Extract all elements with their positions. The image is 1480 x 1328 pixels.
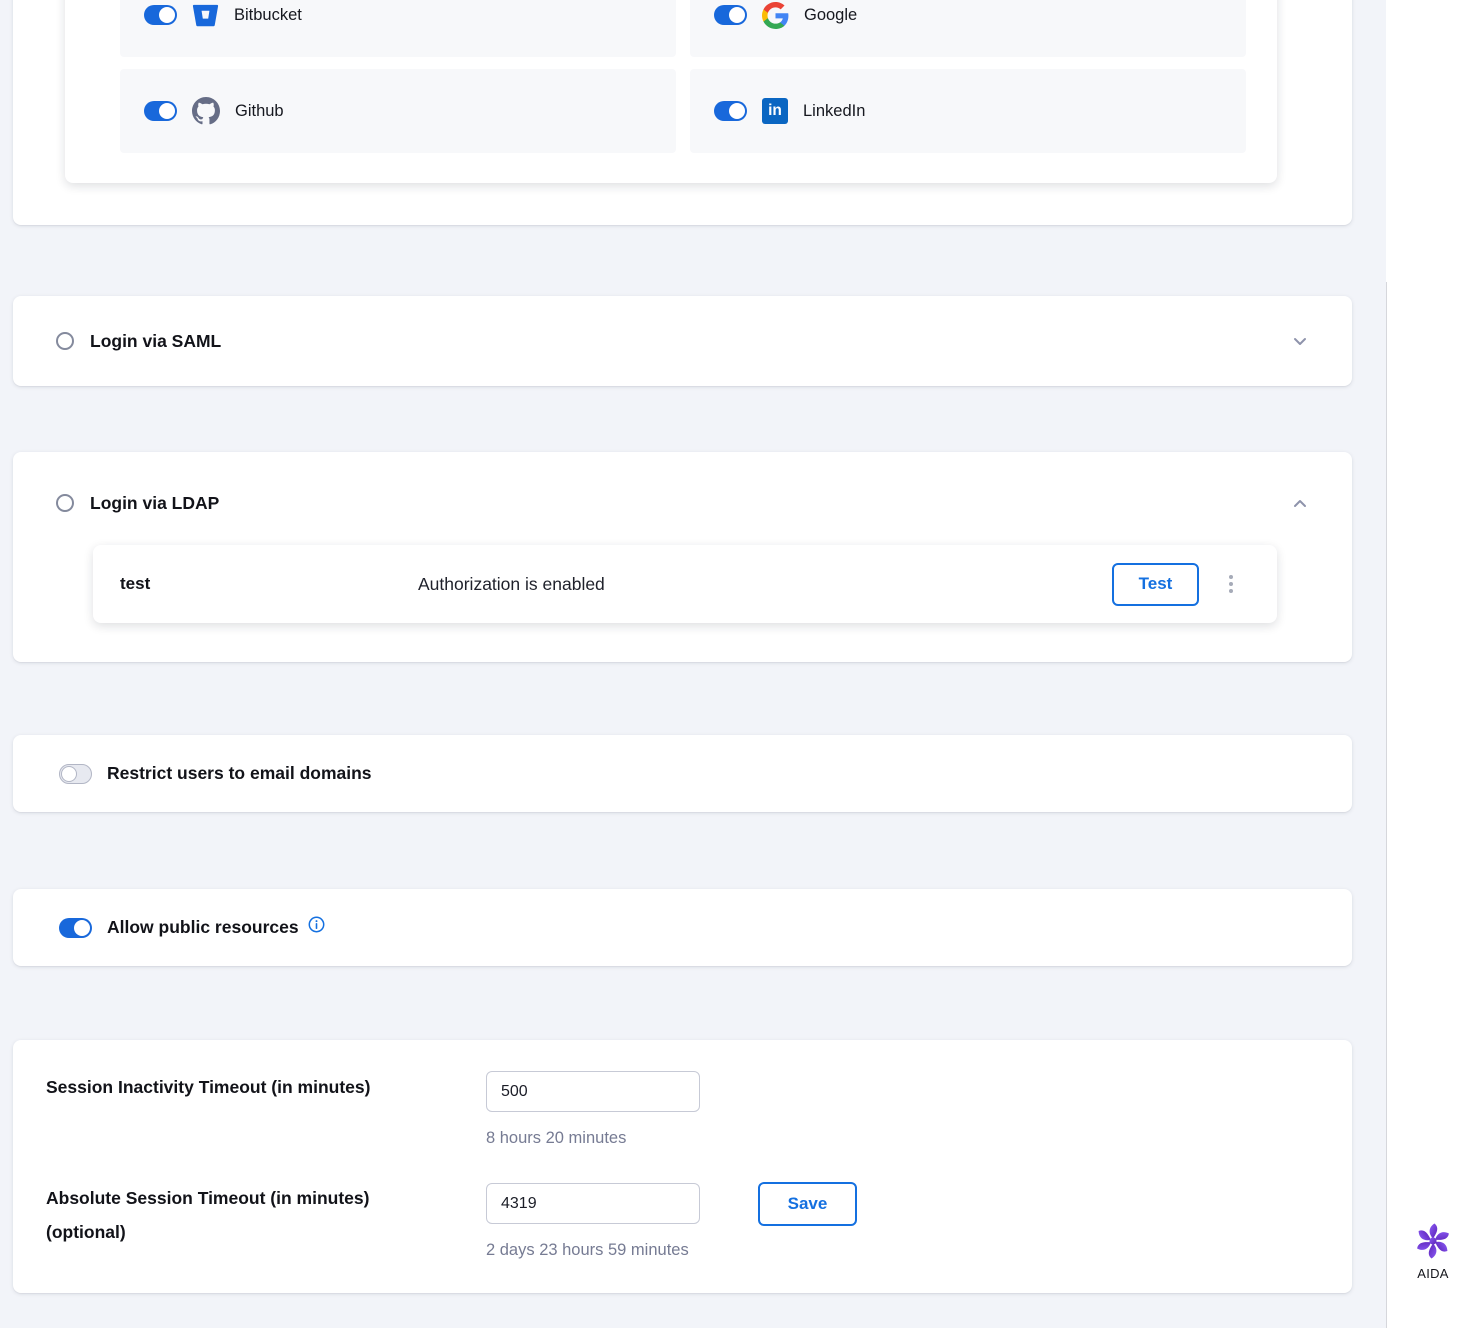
provider-tile-google: Google (690, 0, 1246, 57)
public-resources-toggle[interactable] (59, 918, 92, 938)
inactivity-timeout-label: Session Inactivity Timeout (in minutes) (46, 1070, 370, 1104)
toggle-knob (159, 103, 175, 119)
aida-launcher[interactable]: AIDA (1386, 1220, 1480, 1281)
kebab-menu-icon[interactable] (1223, 569, 1239, 599)
absolute-timeout-hint: 2 days 23 hours 59 minutes (486, 1241, 689, 1260)
chevron-down-icon[interactable] (1290, 331, 1310, 351)
bitbucket-icon (192, 2, 219, 29)
ldap-connection-name: test (120, 574, 418, 594)
provider-label: LinkedIn (803, 102, 865, 121)
absolute-timeout-label: Absolute Session Timeout (in minutes) (o… (46, 1181, 369, 1249)
ldap-radio[interactable] (56, 494, 74, 512)
restrict-domains-label: Restrict users to email domains (107, 763, 372, 784)
toggle-knob (729, 7, 745, 23)
absolute-timeout-label-line2: (optional) (46, 1215, 369, 1249)
toggle-knob (61, 766, 77, 782)
chevron-up-icon[interactable] (1290, 493, 1310, 513)
ldap-connection-card: test Authorization is enabled Test (93, 545, 1277, 623)
absolute-timeout-label-line1: Absolute Session Timeout (in minutes) (46, 1181, 369, 1215)
google-icon (762, 2, 789, 29)
oauth-providers-card: Bitbucket Google (13, 0, 1352, 225)
ldap-section-title: Login via LDAP (90, 493, 219, 514)
oauth-providers-inner-card: Bitbucket Google (65, 0, 1277, 183)
google-toggle[interactable] (714, 5, 747, 25)
public-resources-card: Allow public resources (13, 889, 1352, 966)
inactivity-timeout-input[interactable] (486, 1071, 700, 1112)
save-button[interactable]: Save (758, 1182, 857, 1226)
restrict-domains-toggle[interactable] (59, 764, 92, 784)
auth-settings-page: Bitbucket Google (0, 0, 1480, 1328)
restrict-domains-card: Restrict users to email domains (13, 735, 1352, 812)
panel-divider (1386, 282, 1387, 1328)
toggle-knob (729, 103, 745, 119)
toggle-knob (74, 920, 90, 936)
ldap-connection-status: Authorization is enabled (418, 574, 605, 595)
github-icon (192, 97, 220, 125)
saml-radio[interactable] (56, 332, 74, 350)
aida-side-panel: AIDA (1386, 0, 1480, 1328)
public-resources-label: Allow public resources (107, 917, 299, 938)
github-toggle[interactable] (144, 101, 177, 121)
info-icon[interactable] (308, 916, 325, 933)
provider-label: Google (804, 6, 857, 25)
linkedin-toggle[interactable] (714, 101, 747, 121)
provider-tile-bitbucket: Bitbucket (120, 0, 676, 57)
provider-label: Github (235, 102, 284, 121)
ldap-section-card: Login via LDAP test Authorization is ena… (13, 452, 1352, 662)
provider-tile-github: Github (120, 69, 676, 153)
linkedin-icon: in (762, 98, 788, 124)
absolute-timeout-input[interactable] (486, 1183, 700, 1224)
provider-tile-linkedin: in LinkedIn (690, 69, 1246, 153)
session-timeout-card: Session Inactivity Timeout (in minutes) … (13, 1040, 1352, 1293)
aida-logo-icon (1412, 1220, 1454, 1262)
ldap-test-button[interactable]: Test (1112, 563, 1199, 606)
aida-logo-label: AIDA (1417, 1266, 1449, 1281)
inactivity-timeout-hint: 8 hours 20 minutes (486, 1129, 626, 1148)
toggle-knob (159, 7, 175, 23)
provider-label: Bitbucket (234, 6, 302, 25)
bitbucket-toggle[interactable] (144, 5, 177, 25)
saml-section-title: Login via SAML (90, 331, 221, 352)
saml-section-card: Login via SAML (13, 296, 1352, 386)
